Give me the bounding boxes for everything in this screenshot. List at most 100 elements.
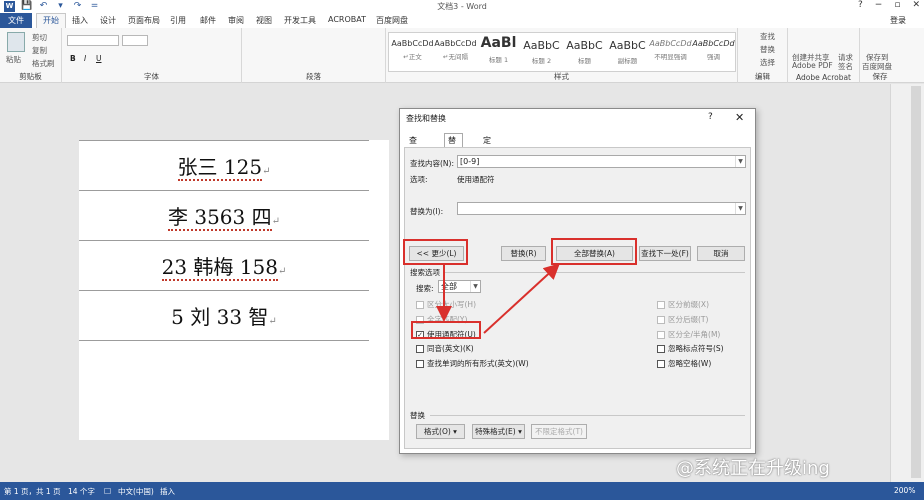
restore-button[interactable]: ▫ [894, 0, 900, 10]
tab-home[interactable]: 开始 [36, 13, 66, 28]
font-size-combo[interactable] [122, 35, 148, 46]
styles-gallery: AaBbCcDd ↵正文 AaBbCcDd ↵无间隔 AaBl 标题 1 AaBbC 标… [388, 32, 736, 72]
sign-label: 签名 [838, 62, 853, 71]
tab-references[interactable]: 引用 [170, 15, 186, 26]
clipboard-group-name: 剪贴板 [19, 72, 42, 81]
paste-icon[interactable] [7, 32, 25, 52]
tab-goto[interactable]: 定位(G) [480, 134, 498, 166]
cut-button[interactable]: 剪切 [32, 32, 47, 43]
tab-developer[interactable]: 开发工具 [284, 15, 316, 26]
style-item[interactable]: AaBbCcDd 不明显强调 [649, 35, 692, 69]
match-width-checkbox[interactable]: 区分全/半角(M) [657, 329, 720, 340]
proofing-icon[interactable]: □ [104, 486, 111, 495]
editing-group-name: 编辑 [755, 72, 770, 81]
table-cell-text[interactable]: 张三 125 [177, 155, 263, 181]
paragraph-group: 段落 [242, 28, 386, 83]
minimize-button[interactable]: − [875, 0, 883, 10]
vertical-scrollbar[interactable] [890, 84, 924, 482]
table-cell-text[interactable]: 李 3563 四 [167, 205, 272, 231]
find-what-label: 查找内容(N): [410, 159, 454, 168]
window-title: 文档3 - Word [437, 2, 487, 11]
document-table[interactable]: 张三 125↵ 李 3563 四↵ 23 韩梅 158↵ 5 刘 33 智↵ [79, 140, 369, 341]
ignore-punctuation-checkbox[interactable]: 忽略标点符号(S) [657, 343, 724, 354]
find-what-input[interactable]: [0-9] ▼ [457, 155, 746, 168]
all-word-forms-checkbox[interactable]: 查找单词的所有形式(英文)(W) [416, 358, 529, 369]
replace-button[interactable]: 替换(R) [501, 246, 546, 261]
tab-acrobat[interactable]: ACROBAT [328, 15, 366, 24]
styles-group-name: 样式 [554, 72, 569, 81]
clipboard-group: 粘贴 剪切 复制 格式刷 剪贴板 [0, 28, 62, 83]
find-next-button[interactable]: 查找下一处(F) [639, 246, 691, 261]
options-label: 选项: [410, 175, 428, 184]
tab-replace[interactable]: 替换(P) [444, 133, 464, 166]
chevron-down-icon[interactable]: ▼ [735, 156, 745, 167]
tab-view[interactable]: 视图 [256, 15, 272, 26]
dialog-help-button[interactable]: ? [708, 112, 713, 122]
table-row[interactable]: 李 3563 四↵ [79, 190, 369, 241]
tab-baidu[interactable]: 百度网盘 [376, 15, 408, 26]
replace-with-label: 替换为(I): [410, 207, 444, 216]
style-item[interactable]: AaBbCcDd 强调 [692, 35, 735, 69]
style-item[interactable]: AaBbC 副标题 [606, 35, 649, 69]
tab-insert[interactable]: 插入 [72, 15, 88, 26]
tab-mailings[interactable]: 邮件 [200, 15, 216, 26]
close-button[interactable]: ✕ [912, 0, 920, 10]
scroll-thumb[interactable] [911, 86, 921, 478]
sounds-like-checkbox[interactable]: 同音(英文)(K) [416, 343, 474, 354]
replace-with-input[interactable]: ▼ [457, 202, 746, 215]
paragraph-group-name: 段落 [306, 72, 321, 81]
annotation-box-less [403, 239, 468, 265]
find-button[interactable]: 查找 [760, 31, 775, 42]
tab-file[interactable]: 文件 [0, 13, 32, 28]
tab-review[interactable]: 审阅 [228, 15, 244, 26]
tab-layout[interactable]: 页面布局 [128, 15, 160, 26]
underline-button[interactable]: U [96, 54, 102, 63]
font-name-combo[interactable] [67, 35, 119, 46]
insert-mode[interactable]: 插入 [160, 486, 175, 497]
style-item[interactable]: AaBbC 标题 2 [520, 35, 563, 69]
zoom-level[interactable]: 200% [894, 486, 915, 495]
format-button[interactable]: 格式(O) ▾ [416, 424, 465, 439]
language-indicator[interactable]: 中文(中国) [118, 486, 154, 497]
table-cell-text[interactable]: 5 刘 33 智 [171, 305, 268, 329]
match-prefix-checkbox[interactable]: 区分前缀(X) [657, 299, 709, 310]
italic-button[interactable]: I [84, 54, 86, 63]
table-cell-text[interactable]: 23 韩梅 158 [161, 255, 278, 281]
match-case-checkbox[interactable]: 区分大小写(H) [416, 299, 476, 310]
style-item[interactable]: AaBl 标题 1 [477, 35, 520, 69]
tab-find[interactable]: 查找(D) [406, 134, 424, 166]
table-row[interactable]: 23 韩梅 158↵ [79, 240, 369, 291]
divider [445, 272, 745, 273]
chevron-down-icon[interactable]: ▼ [735, 203, 745, 214]
format-painter-button[interactable]: 格式刷 [32, 58, 55, 69]
paste-button[interactable]: 粘贴 [6, 54, 21, 65]
document-page[interactable]: 张三 125↵ 李 3563 四↵ 23 韩梅 158↵ 5 刘 33 智↵ [79, 140, 389, 440]
ignore-space-checkbox[interactable]: 忽略空格(W) [657, 358, 711, 369]
style-item[interactable]: AaBbC 标题 [563, 35, 606, 69]
select-button[interactable]: 选择 [760, 57, 775, 68]
adobe-group: 创建并共享 Adobe PDF 请求 签名 Adobe Acrobat [788, 28, 860, 83]
tab-design[interactable]: 设计 [100, 15, 116, 26]
table-row[interactable]: 5 刘 33 智↵ [79, 290, 369, 341]
dialog-close-button[interactable]: ✕ [735, 111, 744, 124]
chevron-down-icon[interactable]: ▼ [470, 281, 480, 292]
no-formatting-button[interactable]: 不限定格式(T) [531, 424, 587, 439]
style-item[interactable]: AaBbCcDd ↵正文 [391, 35, 434, 69]
search-direction-select[interactable]: 全部 ▼ [438, 280, 481, 293]
table-row[interactable]: 张三 125↵ [79, 140, 369, 191]
login-link[interactable]: 登录 [890, 15, 906, 26]
cancel-button[interactable]: 取消 [697, 246, 745, 261]
copy-button[interactable]: 复制 [32, 45, 47, 56]
word-count[interactable]: 14 个字 [68, 486, 95, 497]
font-group: B I U 字体 [62, 28, 242, 83]
help-button[interactable]: ? [858, 0, 863, 10]
match-suffix-checkbox[interactable]: 区分后缀(T) [657, 314, 708, 325]
replace-button[interactable]: 替换 [760, 44, 775, 55]
adobe-group-name: Adobe Acrobat [795, 73, 852, 82]
bold-button[interactable]: B [70, 54, 76, 63]
dialog-title: 查找和替换 [406, 114, 446, 123]
font-group-name: 字体 [144, 72, 159, 81]
special-button[interactable]: 特殊格式(E) ▾ [472, 424, 525, 439]
page-count[interactable]: 第 1 页，共 1 页 [4, 486, 61, 497]
style-item[interactable]: AaBbCcDd ↵无间隔 [434, 35, 477, 69]
